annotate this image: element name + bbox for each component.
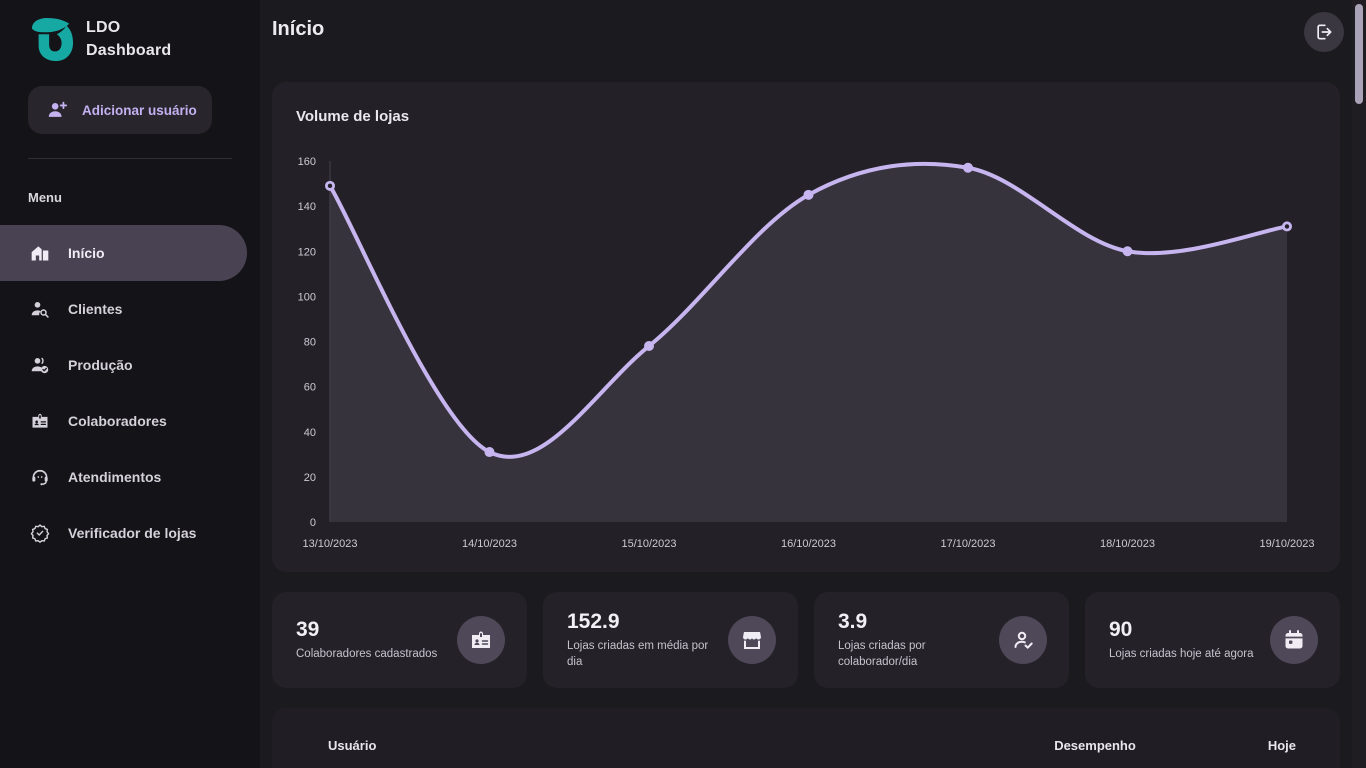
chart-data-point-center xyxy=(1285,224,1289,228)
sidebar-divider xyxy=(28,158,232,159)
stat-value: 3.9 xyxy=(838,610,988,634)
stats-row: 39 Colaboradores cadastrados 152.9 Lojas… xyxy=(272,592,1340,688)
y-axis-tick-label: 100 xyxy=(298,291,316,303)
x-axis-tick-label: 13/10/2023 xyxy=(302,538,357,550)
stat-card-media-dia: 152.9 Lojas criadas em média por dia xyxy=(543,592,798,688)
users-table-card: Usuário Desempenho Hoje xyxy=(272,708,1340,768)
chart-data-point[interactable] xyxy=(963,163,973,173)
volume-line-chart[interactable]: 0 20 40 60 80 100 120 140 160 13/10/2023 14/10/202… xyxy=(296,140,1316,560)
add-user-button[interactable]: Adicionar usuário xyxy=(28,86,212,134)
stat-card-hoje: 90 Lojas criadas hoje até agora xyxy=(1085,592,1340,688)
sidebar-item-clientes[interactable]: Clientes xyxy=(0,281,260,337)
verified-icon xyxy=(30,523,50,543)
y-axis-tick-label: 40 xyxy=(304,427,316,439)
stat-card-por-colaborador: 3.9 Lojas criadas por colaborador/dia xyxy=(814,592,1069,688)
badge-icon xyxy=(30,411,50,431)
stat-label: Lojas criadas em média por dia xyxy=(567,638,717,670)
scrollbar-thumb[interactable] xyxy=(1355,4,1363,104)
y-axis-tick-label: 0 xyxy=(310,517,316,529)
sidebar-menu: Início Clientes Produção xyxy=(0,225,260,561)
x-axis-tick-label: 15/10/2023 xyxy=(621,538,676,550)
chart-data-point-center xyxy=(328,184,332,188)
stat-label: Lojas criadas hoje até agora xyxy=(1109,646,1254,662)
storefront-icon xyxy=(740,628,764,652)
stat-icon-circle xyxy=(457,616,505,664)
chart-data-point[interactable] xyxy=(804,190,814,200)
y-axis-tick-label: 140 xyxy=(298,201,316,213)
stat-card-colaboradores: 39 Colaboradores cadastrados xyxy=(272,592,527,688)
logout-button[interactable] xyxy=(1304,12,1344,52)
stat-icon-circle xyxy=(1270,616,1318,664)
app-title-line2: Dashboard xyxy=(86,39,171,62)
x-axis-tick-label: 19/10/2023 xyxy=(1259,538,1314,550)
table-header-row: Usuário Desempenho Hoje xyxy=(272,708,1340,753)
person-check-icon xyxy=(1011,628,1035,652)
sidebar-item-label: Verificador de lojas xyxy=(68,525,196,541)
y-axis-tick-label: 60 xyxy=(304,382,316,394)
person-add-icon xyxy=(46,99,68,121)
y-axis-tick-label: 20 xyxy=(304,472,316,484)
stat-icon-circle xyxy=(999,616,1047,664)
x-axis-tick-label: 18/10/2023 xyxy=(1100,538,1155,550)
stat-label: Lojas criadas por colaborador/dia xyxy=(838,638,988,670)
stat-label: Colaboradores cadastrados xyxy=(296,646,437,662)
sidebar-item-label: Produção xyxy=(68,357,133,373)
y-axis-tick-label: 120 xyxy=(298,246,316,258)
sidebar-item-label: Clientes xyxy=(68,301,122,317)
home-icon xyxy=(30,243,50,263)
x-axis-tick-label: 14/10/2023 xyxy=(462,538,517,550)
app-logo: LDO Dashboard xyxy=(0,0,260,62)
stat-value: 39 xyxy=(296,618,437,642)
sidebar-item-atendimentos[interactable]: Atendimentos xyxy=(0,449,260,505)
column-header-desempenho: Desempenho xyxy=(1054,738,1136,753)
main-content: Início Volume de lojas 0 20 40 60 80 100 120 14… xyxy=(260,0,1366,768)
chart-data-point[interactable] xyxy=(1123,246,1133,256)
y-axis-tick-label: 160 xyxy=(298,156,316,168)
logo-icon xyxy=(30,16,74,62)
sidebar-item-inicio[interactable]: Início xyxy=(0,225,247,281)
person-search-icon xyxy=(30,299,50,319)
stat-value: 152.9 xyxy=(567,610,717,634)
calendar-icon xyxy=(1282,628,1306,652)
sidebar-item-colaboradores[interactable]: Colaboradores xyxy=(0,393,260,449)
chart-data-point[interactable] xyxy=(485,447,495,457)
x-axis-tick-label: 16/10/2023 xyxy=(781,538,836,550)
badge-icon xyxy=(469,628,493,652)
people-check-icon xyxy=(30,355,50,375)
sidebar: LDO Dashboard Adicionar usuário Menu Iní… xyxy=(0,0,260,768)
scrollbar-track[interactable] xyxy=(1352,0,1366,768)
menu-section-label: Menu xyxy=(28,190,62,205)
chart-area-fill xyxy=(330,164,1287,522)
stat-icon-circle xyxy=(728,616,776,664)
add-user-label: Adicionar usuário xyxy=(82,103,197,118)
sidebar-item-verificador[interactable]: Verificador de lojas xyxy=(0,505,260,561)
page-title: Início xyxy=(272,18,324,41)
stat-value: 90 xyxy=(1109,618,1254,642)
sidebar-item-label: Atendimentos xyxy=(68,469,161,485)
sidebar-item-label: Colaboradores xyxy=(68,413,167,429)
y-axis-tick-label: 80 xyxy=(304,337,316,349)
column-header-usuario: Usuário xyxy=(328,738,1054,753)
chart-title: Volume de lojas xyxy=(296,108,409,125)
volume-chart-card: Volume de lojas 0 20 40 60 80 100 120 140 160 13/… xyxy=(272,82,1340,572)
sidebar-item-label: Início xyxy=(68,245,105,261)
app-title: LDO Dashboard xyxy=(86,16,171,62)
headset-icon xyxy=(30,467,50,487)
sidebar-item-producao[interactable]: Produção xyxy=(0,337,260,393)
x-axis-tick-label: 17/10/2023 xyxy=(940,538,995,550)
column-header-hoje: Hoje xyxy=(1268,738,1296,753)
chart-data-point[interactable] xyxy=(644,341,654,351)
app-title-line1: LDO xyxy=(86,16,171,39)
logout-icon xyxy=(1314,22,1334,42)
